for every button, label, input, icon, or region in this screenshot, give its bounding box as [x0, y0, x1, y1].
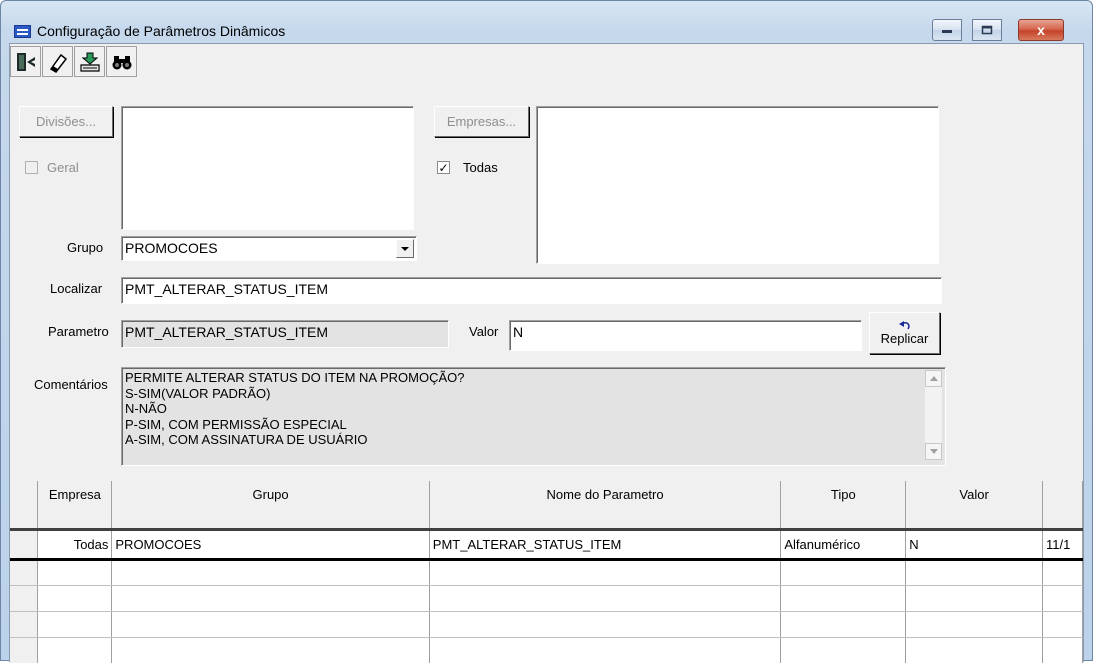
geral-checkbox[interactable] [25, 161, 38, 174]
localizar-value: PMT_ALTERAR_STATUS_ITEM [125, 281, 329, 297]
close-icon: x [1037, 22, 1045, 38]
row-indicator[interactable] [10, 559, 39, 586]
client-area: Divisões... Geral Empresas... ✓ Todas Gr… [9, 43, 1084, 663]
table-row[interactable] [10, 611, 1083, 638]
parameters-grid[interactable]: Empresa Grupo Nome do Parametro Tipo Val… [10, 481, 1083, 663]
cell-empresa[interactable]: Todas [37, 528, 113, 561]
divisoes-listbox[interactable] [121, 106, 414, 230]
close-button[interactable]: x [1018, 19, 1064, 41]
replicar-label: Replicar [880, 330, 929, 346]
cell-nome-parametro[interactable]: PMT_ALTERAR_STATUS_ITEM [429, 528, 782, 561]
empresas-listbox[interactable] [536, 106, 939, 264]
vertical-scrollbar[interactable] [925, 370, 942, 460]
search-button[interactable] [106, 46, 137, 77]
scroll-up-button[interactable] [925, 370, 942, 387]
table-row[interactable]: Todas PROMOCOES PMT_ALTERAR_STATUS_ITEM … [10, 528, 1083, 561]
comentarios-label: Comentários [34, 377, 108, 392]
app-icon [14, 25, 31, 38]
todas-checkbox[interactable]: ✓ [437, 161, 450, 174]
column-header-grupo[interactable]: Grupo [111, 481, 430, 531]
eraser-icon [49, 53, 67, 73]
checkmark-icon: ✓ [438, 160, 449, 175]
minimize-button[interactable] [932, 19, 962, 41]
valor-value: N [513, 324, 524, 340]
import-button[interactable] [74, 46, 105, 77]
exit-icon [16, 52, 35, 71]
column-header-tipo[interactable]: Tipo [780, 481, 907, 531]
cell-grupo[interactable]: PROMOCOES [111, 528, 430, 561]
table-row[interactable] [10, 637, 1083, 663]
row-indicator[interactable] [10, 637, 39, 663]
maximize-button[interactable] [972, 19, 1002, 41]
empresas-button[interactable]: Empresas... [434, 106, 529, 137]
table-row[interactable] [10, 585, 1083, 612]
cell-extra[interactable]: 11/1 [1042, 528, 1083, 561]
application-window: Configuração de Parâmetros Dinâmicos x D… [0, 0, 1093, 663]
import-icon [79, 52, 100, 72]
column-header-valor[interactable]: Valor [905, 481, 1043, 531]
cell-valor[interactable]: N [905, 528, 1043, 561]
clear-button[interactable] [42, 46, 73, 77]
scroll-down-button[interactable] [925, 443, 942, 460]
toolbar [10, 44, 180, 94]
row-indicator[interactable] [10, 528, 39, 561]
column-header-nome-parametro[interactable]: Nome do Parametro [429, 481, 782, 531]
undo-icon [898, 320, 910, 329]
valor-input[interactable]: N [509, 320, 862, 351]
parametro-label: Parametro [48, 324, 109, 339]
parametro-value: PMT_ALTERAR_STATUS_ITEM [125, 324, 329, 340]
todas-label: Todas [463, 160, 498, 175]
binoculars-icon [112, 55, 131, 69]
parametro-field: PMT_ALTERAR_STATUS_ITEM [121, 320, 449, 348]
localizar-input[interactable]: PMT_ALTERAR_STATUS_ITEM [121, 277, 942, 304]
arrow-up-icon [929, 376, 938, 381]
minimize-icon [942, 30, 952, 33]
maximize-icon [981, 25, 993, 35]
row-indicator[interactable] [10, 611, 39, 638]
replicar-button[interactable]: Replicar [869, 312, 940, 354]
grid-header-row: Empresa Grupo Nome do Parametro Tipo Val… [10, 481, 1083, 531]
grid-indicator-header [10, 481, 39, 531]
localizar-label: Localizar [50, 281, 103, 296]
chevron-down-icon [401, 246, 409, 251]
divisoes-button[interactable]: Divisões... [19, 106, 113, 137]
grupo-combobox[interactable]: PROMOCOES [121, 236, 417, 261]
title-bar[interactable]: Configuração de Parâmetros Dinâmicos x [1, 1, 1092, 43]
grupo-label: Grupo [67, 240, 104, 255]
exit-button[interactable] [10, 46, 41, 77]
column-header-extra[interactable] [1042, 481, 1083, 531]
valor-label: Valor [469, 324, 499, 339]
column-header-empresa[interactable]: Empresa [37, 481, 113, 531]
window-title: Configuração de Parâmetros Dinâmicos [37, 23, 286, 39]
row-indicator[interactable] [10, 585, 39, 612]
arrow-down-icon [929, 449, 938, 454]
dropdown-button[interactable] [396, 239, 414, 258]
table-row[interactable] [10, 559, 1083, 586]
cell-tipo[interactable]: Alfanumérico [780, 528, 907, 561]
comentarios-memo[interactable]: PERMITE ALTERAR STATUS DO ITEM NA PROMOÇ… [121, 367, 946, 466]
geral-label: Geral [47, 160, 79, 175]
comentarios-text: PERMITE ALTERAR STATUS DO ITEM NA PROMOÇ… [125, 370, 465, 447]
grupo-value: PROMOCOES [125, 240, 218, 256]
